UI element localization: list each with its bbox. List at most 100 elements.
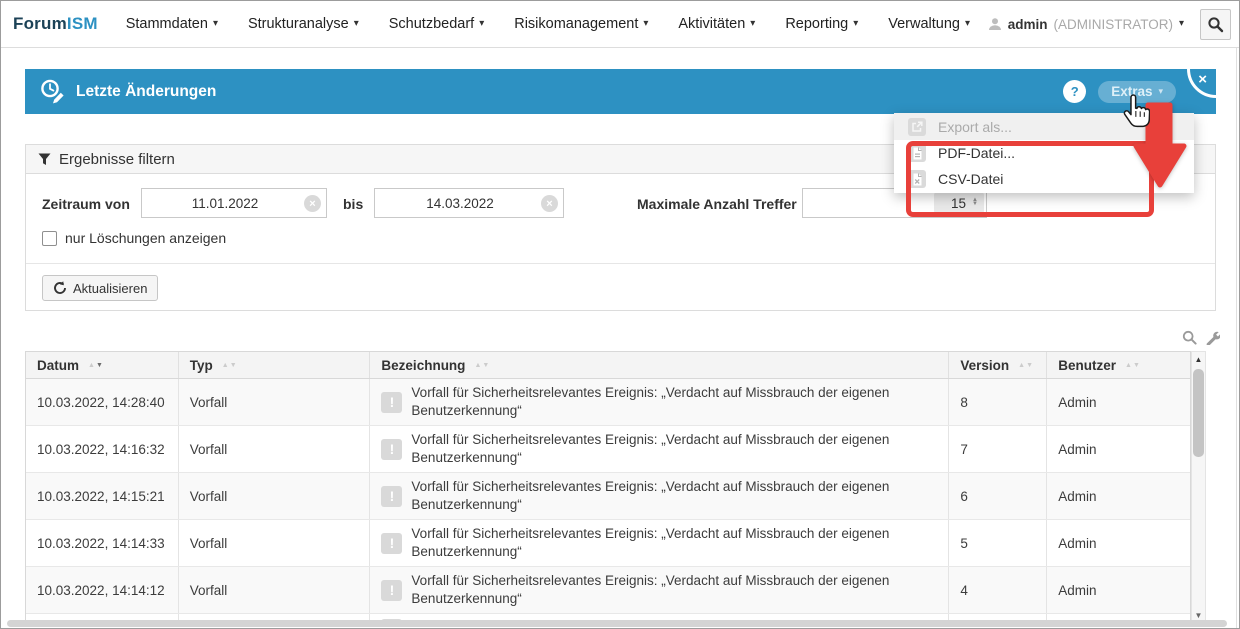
close-button[interactable]: ×: [1198, 72, 1207, 87]
cell-bezeichnung: !Vorfall für Sicherheitsrelevantes Ereig…: [370, 426, 949, 472]
cell-version: 7: [949, 426, 1047, 472]
sort-down-icon: ▼: [1026, 362, 1033, 369]
filter-divider: [26, 263, 1215, 264]
sort-up-icon: ▲: [88, 362, 95, 369]
date-from-label: Zeitraum von: [42, 196, 130, 212]
sort-down-icon: ▼: [1133, 362, 1140, 369]
cell-version: 6: [949, 473, 1047, 519]
nav-menu-verwaltung[interactable]: Verwaltung▾: [888, 16, 970, 32]
sort-up-icon: ▲: [1018, 362, 1025, 369]
deletions-only-label: nur Löschungen anzeigen: [65, 230, 226, 246]
export-icon: [908, 118, 926, 136]
column-header-version[interactable]: Version▲▼: [949, 352, 1047, 378]
close-icon: ×: [1198, 71, 1207, 88]
filter-body: Zeitraum von × bis × Maximale Anzahl Tre…: [26, 174, 1215, 310]
table-toolbar: [1182, 330, 1220, 345]
nav-menu-strukturanalyse[interactable]: Strukturanalyse▾: [248, 16, 359, 32]
clear-date-to-button[interactable]: ×: [541, 195, 558, 212]
date-from-input[interactable]: [141, 188, 327, 218]
cell-datum: 10.03.2022, 14:28:40: [26, 379, 179, 425]
filter-title: Ergebnisse filtern: [59, 151, 175, 168]
main-nav: Stammdaten▾ Strukturanalyse▾ Schutzbedar…: [126, 16, 970, 32]
menu-item-pdf-datei[interactable]: PDF-Datei...: [894, 140, 1194, 166]
refresh-icon: [53, 281, 67, 295]
help-button[interactable]: ?: [1063, 80, 1086, 103]
nav-menu-aktivitaeten[interactable]: Aktivitäten▾: [678, 16, 755, 32]
app-logo[interactable]: ForumISM: [13, 14, 98, 34]
cell-typ: Vorfall: [179, 567, 371, 613]
max-results-value: 15: [951, 196, 966, 211]
column-header-typ[interactable]: Typ▲▼: [179, 352, 371, 378]
sort-down-icon: ▼: [96, 362, 103, 369]
cell-version: 4: [949, 567, 1047, 613]
table-row[interactable]: 10.03.2022, 14:28:40 Vorfall !Vorfall fü…: [26, 379, 1190, 426]
chevron-down-icon: ▾: [1158, 87, 1163, 96]
user-menu[interactable]: admin (ADMINISTRATOR) ▾: [988, 17, 1184, 32]
last-changes-icon: [39, 78, 66, 105]
clear-icon: ×: [546, 198, 552, 210]
nav-menu-reporting[interactable]: Reporting▾: [785, 16, 858, 32]
page-title: Letzte Änderungen: [76, 83, 216, 101]
app-window: ForumISM Stammdaten▾ Strukturanalyse▾ Sc…: [0, 0, 1240, 629]
clear-date-from-button[interactable]: ×: [304, 195, 321, 212]
nav-menu-risikomanagement[interactable]: Risikomanagement▾: [514, 16, 648, 32]
sort-icons: ▲▼: [222, 362, 237, 369]
vertical-scrollbar[interactable]: ▲ ▼: [1191, 351, 1206, 623]
exclamation-icon: !: [381, 439, 402, 460]
chevron-down-icon: ▾: [213, 19, 218, 29]
table-row[interactable]: 10.03.2022, 14:14:33 Vorfall !Vorfall fü…: [26, 520, 1190, 567]
nav-menu-schutzbedarf[interactable]: Schutzbedarf▾: [389, 16, 484, 32]
refresh-button[interactable]: Aktualisieren: [42, 275, 158, 301]
sort-icons: ▲▼: [88, 362, 103, 369]
scrollbar-thumb[interactable]: [1193, 369, 1204, 457]
exclamation-icon: !: [381, 580, 402, 601]
navbar-right: admin (ADMINISTRATOR) ▾: [988, 9, 1231, 40]
search-button[interactable]: [1200, 9, 1231, 40]
results-table: Datum▲▼ Typ▲▼ Bezeichnung▲▼ Version▲▼ Be…: [25, 351, 1206, 623]
cell-typ: Vorfall: [179, 379, 371, 425]
column-header-benutzer[interactable]: Benutzer▲▼: [1047, 352, 1190, 378]
deletions-only-checkbox-row: nur Löschungen anzeigen: [42, 230, 226, 246]
chevron-down-icon: ▾: [479, 19, 484, 29]
deletions-only-checkbox[interactable]: [42, 231, 57, 246]
cell-benutzer: Admin: [1047, 426, 1190, 472]
chevron-down-icon: ▾: [1179, 19, 1184, 29]
table-search-icon[interactable]: [1182, 330, 1197, 345]
column-header-datum[interactable]: Datum▲▼: [26, 352, 179, 378]
nav-menu-stammdaten[interactable]: Stammdaten▾: [126, 16, 218, 32]
chevron-down-icon: ▾: [354, 19, 359, 29]
scroll-up-icon[interactable]: ▲: [1192, 352, 1205, 366]
table-settings-wrench-icon[interactable]: [1205, 330, 1220, 345]
chevron-down-icon: ▾: [965, 19, 970, 29]
cell-benutzer: Admin: [1047, 473, 1190, 519]
horizontal-scrollbar[interactable]: [7, 620, 1227, 627]
sort-up-icon: ▲: [1125, 362, 1132, 369]
cell-typ: Vorfall: [179, 426, 371, 472]
sort-down-icon: ▼: [230, 362, 237, 369]
max-results-label: Maximale Anzahl Treffer: [637, 196, 797, 212]
table-row[interactable]: 10.03.2022, 14:16:32 Vorfall !Vorfall fü…: [26, 426, 1190, 473]
spinner-down-icon[interactable]: ▼: [972, 203, 978, 207]
sort-icons: ▲▼: [1018, 362, 1033, 369]
cell-version: 8: [949, 379, 1047, 425]
column-header-bezeichnung[interactable]: Bezeichnung▲▼: [370, 352, 949, 378]
sort-up-icon: ▲: [474, 362, 481, 369]
exclamation-icon: !: [381, 533, 402, 554]
cell-bezeichnung: !Vorfall für Sicherheitsrelevantes Ereig…: [370, 473, 949, 519]
sort-up-icon: ▲: [222, 362, 229, 369]
csv-file-icon: [908, 170, 926, 188]
extras-button[interactable]: Extras▾: [1098, 81, 1176, 103]
spinner-arrows: ▲▼: [972, 199, 978, 206]
chevron-down-icon: ▾: [853, 19, 858, 29]
table-header-row: Datum▲▼ Typ▲▼ Bezeichnung▲▼ Version▲▼ Be…: [26, 352, 1190, 379]
extras-dropdown-menu: Export als... PDF-Datei... CSV-Datei: [894, 113, 1194, 193]
menu-item-csv-datei[interactable]: CSV-Datei: [894, 166, 1194, 192]
number-spinner: 15 ▲▼: [934, 192, 984, 214]
table-row[interactable]: 10.03.2022, 14:15:21 Vorfall !Vorfall fü…: [26, 473, 1190, 520]
cell-typ: Vorfall: [179, 473, 371, 519]
page-right-divider: [1236, 48, 1237, 628]
table-row[interactable]: 10.03.2022, 14:14:12 Vorfall !Vorfall fü…: [26, 567, 1190, 614]
cell-benutzer: Admin: [1047, 567, 1190, 613]
date-to-input[interactable]: [374, 188, 564, 218]
pdf-file-icon: [908, 144, 926, 162]
